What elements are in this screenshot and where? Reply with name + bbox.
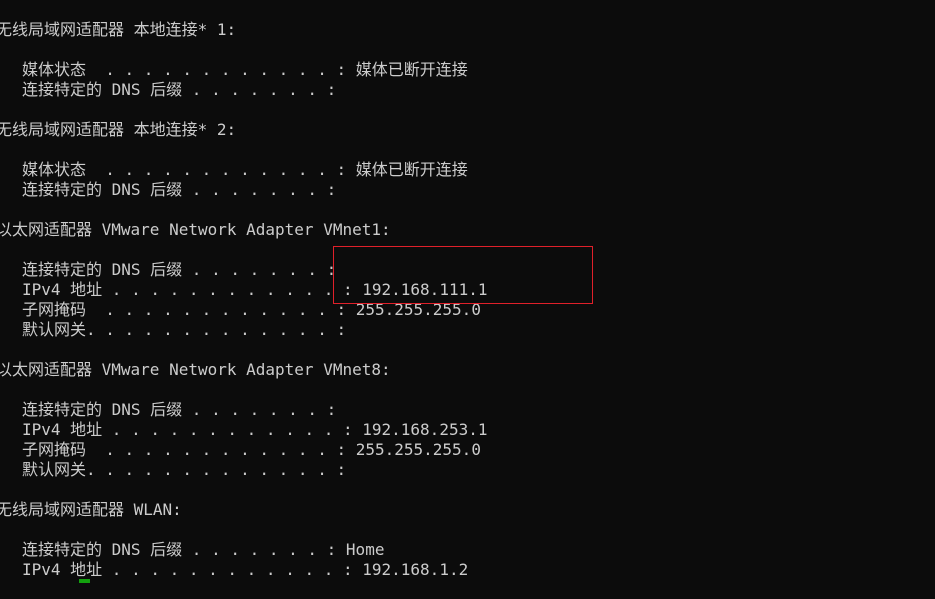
default-gateway-line: 默认网关. . . . . . . . . . . . . : (22, 460, 347, 479)
dns-suffix-line: 连接特定的 DNS 后缀 . . . . . . . : (22, 400, 337, 419)
dns-suffix-line: 连接特定的 DNS 后缀 . . . . . . . : Home (22, 540, 385, 559)
console-window[interactable]: 无线局域网适配器 本地连接* 1: 媒体状态 . . . . . . . . .… (0, 0, 935, 599)
highlight-annotation-box (333, 246, 593, 304)
adapter-header-vmnet8: 以太网适配器 VMware Network Adapter VMnet8: (0, 360, 391, 379)
dns-suffix-line: 连接特定的 DNS 后缀 . . . . . . . : (22, 80, 337, 99)
default-gateway-line: 默认网关. . . . . . . . . . . . . : (22, 320, 347, 339)
adapter-header-wlan: 无线局域网适配器 WLAN: (0, 500, 182, 519)
adapter-header-vmnet1: 以太网适配器 VMware Network Adapter VMnet1: (0, 220, 391, 239)
adapter-header-local-connection-1: 无线局域网适配器 本地连接* 1: (0, 20, 237, 39)
ipv4-address-line: IPv4 地址 . . . . . . . . . . . . : 192.16… (22, 560, 469, 579)
bottom-strip (0, 583, 935, 599)
dns-suffix-line: 连接特定的 DNS 后缀 . . . . . . . : (22, 260, 337, 279)
adapter-header-local-connection-2: 无线局域网适配器 本地连接* 2: (0, 120, 237, 139)
subnet-mask-line: 子网掩码 . . . . . . . . . . . . : 255.255.2… (22, 440, 481, 459)
ipv4-address-line: IPv4 地址 . . . . . . . . . . . . : 192.16… (22, 420, 488, 439)
media-state-line: 媒体状态 . . . . . . . . . . . . : 媒体已断开连接 (22, 160, 468, 179)
media-state-line: 媒体状态 . . . . . . . . . . . . : 媒体已断开连接 (22, 60, 468, 79)
dns-suffix-line: 连接特定的 DNS 后缀 . . . . . . . : (22, 180, 337, 199)
